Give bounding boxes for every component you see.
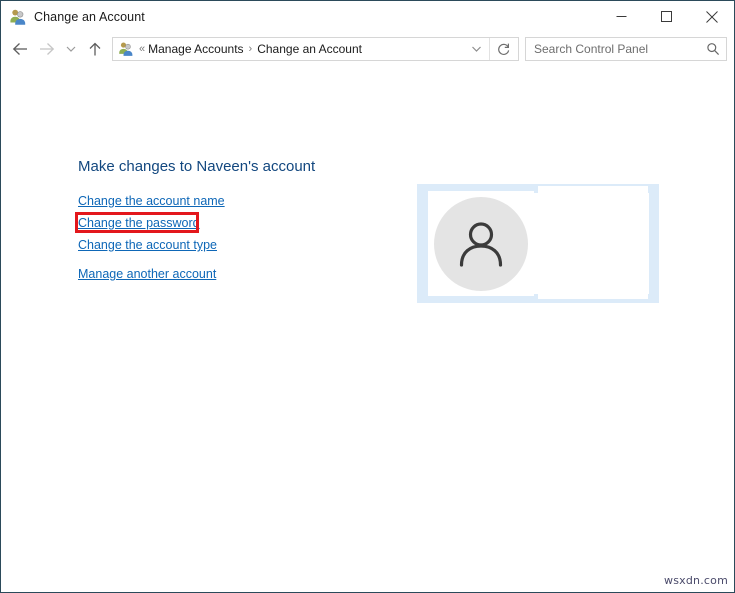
breadcrumb-overflow[interactable]: « [138, 43, 148, 55]
minimize-button[interactable] [599, 1, 644, 32]
forward-button[interactable] [33, 36, 59, 62]
chevron-down-icon[interactable] [463, 38, 489, 60]
window-controls [599, 1, 734, 32]
address-user-accounts-icon [118, 41, 134, 57]
account-picture-preview-inner [529, 193, 649, 294]
close-button[interactable] [689, 1, 734, 32]
link-change-the-account-name[interactable]: Change the account name [78, 194, 225, 208]
main-content: Make changes to Naveen's account Change … [1, 66, 734, 592]
breadcrumb-separator[interactable]: › [244, 43, 258, 55]
link-manage-another-account[interactable]: Manage another account [78, 267, 216, 281]
avatar-circle [434, 197, 528, 291]
recent-locations-button[interactable] [59, 36, 83, 62]
breadcrumb-manage-accounts[interactable]: Manage Accounts [148, 42, 243, 56]
back-button[interactable] [7, 36, 33, 62]
search-box[interactable] [525, 37, 727, 61]
avatar [428, 191, 534, 296]
address-bar[interactable]: « Manage Accounts › Change an Account [112, 37, 519, 61]
user-accounts-icon [9, 8, 27, 26]
link-change-the-password[interactable]: Change the password [78, 216, 200, 230]
up-button[interactable] [83, 36, 107, 62]
watermark: wsxdn.com [664, 574, 728, 587]
title-bar: Change an Account [1, 1, 734, 32]
maximize-button[interactable] [644, 1, 689, 32]
window-title: Change an Account [34, 10, 145, 24]
refresh-icon[interactable] [489, 38, 518, 60]
account-picture-panel [417, 184, 659, 303]
link-change-the-account-type[interactable]: Change the account type [78, 238, 217, 252]
control-panel-window: Change an Account [0, 0, 735, 593]
breadcrumb-change-an-account[interactable]: Change an Account [257, 42, 362, 56]
page-title: Make changes to Naveen's account [78, 158, 315, 175]
navigation-toolbar: « Manage Accounts › Change an Account [1, 32, 734, 66]
person-icon [452, 215, 510, 273]
search-input[interactable] [526, 41, 700, 57]
search-icon[interactable] [700, 38, 726, 60]
